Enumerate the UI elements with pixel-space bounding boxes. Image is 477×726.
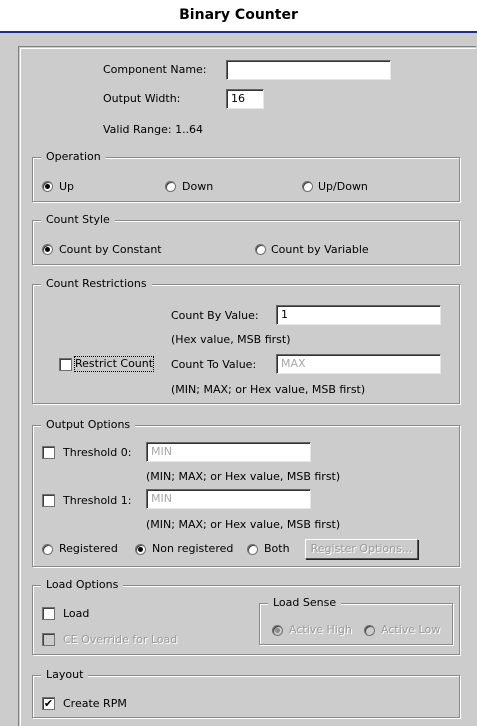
dialog-header: Binary Counter (0, 0, 477, 33)
active-low-label[interactable]: Active Low (381, 623, 440, 637)
count-by-value-label: Count By Value: (171, 309, 259, 322)
non-registered-radio[interactable] (135, 544, 146, 555)
count-to-value-input[interactable]: MAX (276, 354, 441, 374)
both-radio[interactable] (247, 544, 258, 555)
count-to-value-hint: (MIN; MAX; or Hex value, MSB first) (171, 383, 366, 396)
registered-radio[interactable] (42, 544, 53, 555)
ce-override-checkbox[interactable] (42, 633, 55, 646)
valid-range-label: Valid Range: 1..64 (103, 123, 204, 136)
threshold1-hint: (MIN; MAX; or Hex value, MSB first) (146, 518, 341, 531)
non-registered-label[interactable]: Non registered (152, 542, 233, 556)
output-width-label: Output Width: (103, 92, 181, 105)
output-options-legend: Output Options (41, 418, 136, 432)
restrict-count-label[interactable]: Restrict Count (73, 356, 155, 372)
count-by-value-input[interactable]: 1 (276, 305, 441, 325)
restrict-count-checkbox[interactable] (59, 358, 72, 371)
registered-label[interactable]: Registered (59, 542, 118, 556)
operation-group: Operation (32, 150, 460, 202)
operation-down-label[interactable]: Down (182, 180, 213, 194)
output-width-input[interactable]: 16 (226, 89, 264, 109)
count-by-constant-radio[interactable] (42, 244, 53, 255)
threshold0-hint: (MIN; MAX; or Hex value, MSB first) (146, 470, 341, 483)
create-rpm-checkbox[interactable]: ✔ (42, 697, 55, 710)
component-name-label: Component Name: (103, 63, 207, 76)
count-by-constant-label[interactable]: Count by Constant (59, 243, 162, 257)
create-rpm-label[interactable]: Create RPM (63, 697, 127, 711)
layout-legend: Layout (41, 668, 89, 682)
register-options-button[interactable]: Register Options... (305, 539, 418, 559)
count-by-variable-radio[interactable] (255, 244, 266, 255)
active-high-radio[interactable] (272, 625, 283, 636)
load-label[interactable]: Load (63, 607, 89, 621)
count-restrictions-legend: Count Restrictions (41, 277, 152, 291)
ce-override-label[interactable]: CE Override for Load (63, 633, 177, 647)
load-checkbox[interactable] (42, 607, 55, 620)
both-label[interactable]: Both (264, 542, 290, 556)
count-by-value-hint: (Hex value, MSB first) (171, 333, 291, 346)
load-options-legend: Load Options (41, 578, 124, 592)
load-sense-legend: Load Sense (268, 596, 342, 610)
count-style-legend: Count Style (41, 213, 115, 227)
operation-updown-radio[interactable] (302, 181, 313, 192)
operation-down-radio[interactable] (165, 181, 176, 192)
component-name-input[interactable] (226, 60, 391, 80)
threshold0-label[interactable]: Threshold 0: (63, 446, 131, 460)
count-to-value-label: Count To Value: (171, 358, 257, 371)
operation-updown-label[interactable]: Up/Down (318, 180, 368, 194)
operation-legend: Operation (41, 150, 106, 164)
threshold1-label[interactable]: Threshold 1: (63, 494, 131, 508)
operation-up-label[interactable]: Up (59, 180, 74, 194)
threshold1-checkbox[interactable] (42, 494, 55, 507)
threshold0-input[interactable]: MIN (146, 442, 311, 462)
operation-up-radio[interactable] (42, 181, 53, 192)
count-by-variable-label[interactable]: Count by Variable (271, 243, 369, 257)
dialog-title: Binary Counter (179, 7, 298, 23)
threshold1-input[interactable]: MIN (146, 489, 311, 509)
active-high-label[interactable]: Active High (289, 623, 352, 637)
active-low-radio[interactable] (364, 625, 375, 636)
threshold0-checkbox[interactable] (42, 446, 55, 459)
